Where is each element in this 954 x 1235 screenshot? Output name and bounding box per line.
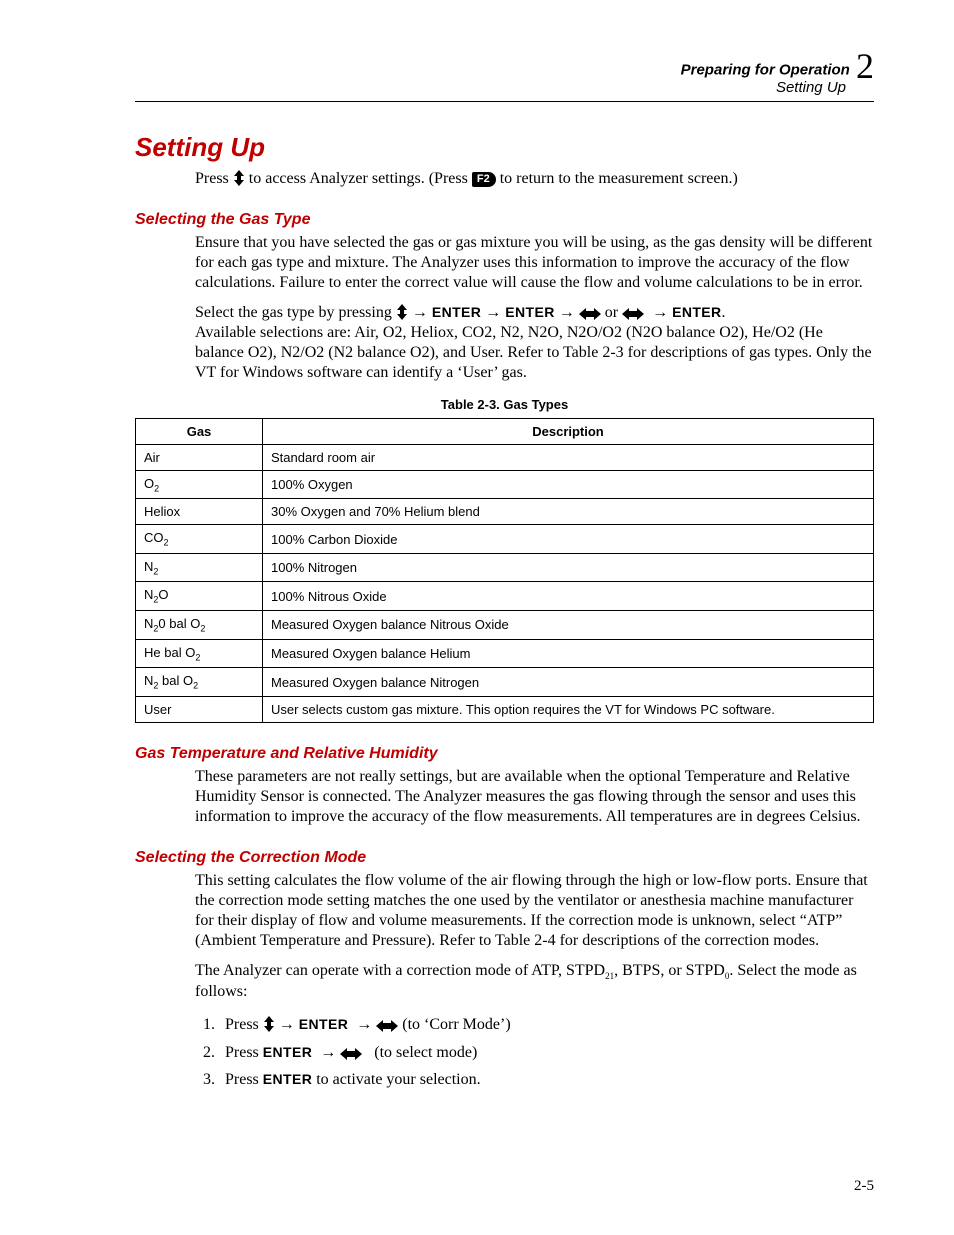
- gas-cell: He bal O2: [136, 639, 263, 668]
- gas-cell: CO2: [136, 525, 263, 554]
- gas-types-table: Gas Description AirStandard room airO210…: [135, 418, 874, 723]
- step-1: Press → ENTER → (to ‘Corr Mode’): [219, 1012, 874, 1038]
- enter-key: ENTER: [299, 1016, 348, 1032]
- up-down-icon: [263, 1016, 275, 1032]
- enter-key: ENTER: [263, 1071, 312, 1087]
- left-right-icon: [579, 308, 601, 320]
- table-row: N20 bal O2Measured Oxygen balance Nitrou…: [136, 611, 874, 640]
- steps-list: Press → ENTER → (to ‘Corr Mode’) Press E…: [195, 1012, 874, 1093]
- step3-prefix: Press: [225, 1071, 263, 1088]
- gas-cell: N2 bal O2: [136, 668, 263, 697]
- page-number: 2-5: [854, 1178, 874, 1195]
- desc-cell: 30% Oxygen and 70% Helium blend: [263, 499, 874, 525]
- enter-key: ENTER: [505, 304, 554, 320]
- gas-p2-line2: Available selections are: Air, O2, Helio…: [195, 324, 872, 381]
- enter-key: ENTER: [263, 1044, 312, 1060]
- corr-p2-b: , BTPS, or STPD: [614, 962, 725, 979]
- arrow-icon: →: [356, 1016, 372, 1033]
- enter-key: ENTER: [432, 304, 481, 320]
- desc-cell: Standard room air: [263, 444, 874, 470]
- header-chapter-title: Preparing for Operation: [681, 62, 850, 79]
- desc-cell: Measured Oxygen balance Nitrogen: [263, 668, 874, 697]
- intro-text-3: to return to the measurement screen.): [500, 170, 738, 187]
- desc-cell: 100% Nitrous Oxide: [263, 582, 874, 611]
- gas-type-p2: Select the gas type by pressing → ENTER …: [195, 303, 874, 383]
- table-row: Heliox30% Oxygen and 70% Helium blend: [136, 499, 874, 525]
- enter-key: ENTER: [672, 304, 721, 320]
- desc-cell: 100% Carbon Dioxide: [263, 525, 874, 554]
- table-row: N2 bal O2Measured Oxygen balance Nitroge…: [136, 668, 874, 697]
- step1-prefix: Press: [225, 1016, 263, 1033]
- temp-rh-heading: Gas Temperature and Relative Humidity: [135, 745, 874, 763]
- step1-suffix: (to ‘Corr Mode’): [402, 1016, 510, 1033]
- table-row: AirStandard room air: [136, 444, 874, 470]
- gas-cell: User: [136, 696, 263, 722]
- corr-mode-p2: The Analyzer can operate with a correcti…: [195, 961, 874, 1002]
- section-title: Setting Up: [135, 132, 874, 163]
- left-right-icon: [622, 308, 644, 320]
- corr-mode-p1: This setting calculates the flow volume …: [195, 871, 874, 951]
- arrow-icon: →: [320, 1044, 336, 1061]
- header-chapter-number: 2: [856, 46, 874, 87]
- table-row: He bal O2Measured Oxygen balance Helium: [136, 639, 874, 668]
- step2-prefix: Press: [225, 1044, 263, 1061]
- table-row: N2O100% Nitrous Oxide: [136, 582, 874, 611]
- page-header: Preparing for Operation 2 Setting Up: [135, 50, 874, 97]
- table-caption: Table 2-3. Gas Types: [135, 397, 874, 412]
- table-row: UserUser selects custom gas mixture. Thi…: [136, 696, 874, 722]
- gas-type-p1: Ensure that you have selected the gas or…: [195, 233, 874, 293]
- intro-paragraph: Press to access Analyzer settings. (Pres…: [195, 169, 874, 189]
- intro-text-2: to access Analyzer settings. (Press: [245, 170, 472, 187]
- desc-cell: 100% Nitrogen: [263, 553, 874, 582]
- table-row: CO2100% Carbon Dioxide: [136, 525, 874, 554]
- table-head-desc: Description: [263, 418, 874, 444]
- gas-cell: Air: [136, 444, 263, 470]
- arrow-icon: →: [652, 304, 668, 321]
- or-text: or: [605, 304, 622, 321]
- table-row: N2100% Nitrogen: [136, 553, 874, 582]
- arrow-icon: →: [279, 1016, 295, 1033]
- gas-p2-prefix: Select the gas type by pressing: [195, 304, 396, 321]
- f2-key-icon: F2: [472, 172, 496, 188]
- arrow-icon: →: [412, 304, 428, 321]
- gas-cell: Heliox: [136, 499, 263, 525]
- step2-suffix: (to select mode): [370, 1044, 477, 1061]
- corr-mode-heading: Selecting the Correction Mode: [135, 849, 874, 867]
- gas-cell: N20 bal O2: [136, 611, 263, 640]
- desc-cell: Measured Oxygen balance Helium: [263, 639, 874, 668]
- temp-rh-p1: These parameters are not really settings…: [195, 767, 874, 827]
- up-down-icon: [396, 304, 408, 320]
- gas-cell: O2: [136, 470, 263, 499]
- arrow-icon: →: [485, 304, 501, 321]
- step3-suffix: to activate your selection.: [316, 1071, 480, 1088]
- left-right-icon: [376, 1020, 398, 1032]
- period: .: [722, 304, 726, 321]
- up-down-icon: [233, 170, 245, 186]
- intro-text: Press: [195, 170, 233, 187]
- left-right-icon: [340, 1048, 362, 1060]
- desc-cell: User selects custom gas mixture. This op…: [263, 696, 874, 722]
- gas-cell: N2: [136, 553, 263, 582]
- desc-cell: Measured Oxygen balance Nitrous Oxide: [263, 611, 874, 640]
- header-section-title: Setting Up: [776, 79, 846, 96]
- step-2: Press ENTER → (to select mode): [219, 1040, 874, 1066]
- corr-p2-sub1: 21: [605, 971, 614, 981]
- corr-p2-a: The Analyzer can operate with a correcti…: [195, 962, 605, 979]
- table-row: O2100% Oxygen: [136, 470, 874, 499]
- desc-cell: 100% Oxygen: [263, 470, 874, 499]
- table-head-gas: Gas: [136, 418, 263, 444]
- gas-type-heading: Selecting the Gas Type: [135, 211, 874, 229]
- header-rule: [135, 101, 874, 102]
- arrow-icon: →: [559, 304, 575, 321]
- gas-cell: N2O: [136, 582, 263, 611]
- step-3: Press ENTER to activate your selection.: [219, 1067, 874, 1093]
